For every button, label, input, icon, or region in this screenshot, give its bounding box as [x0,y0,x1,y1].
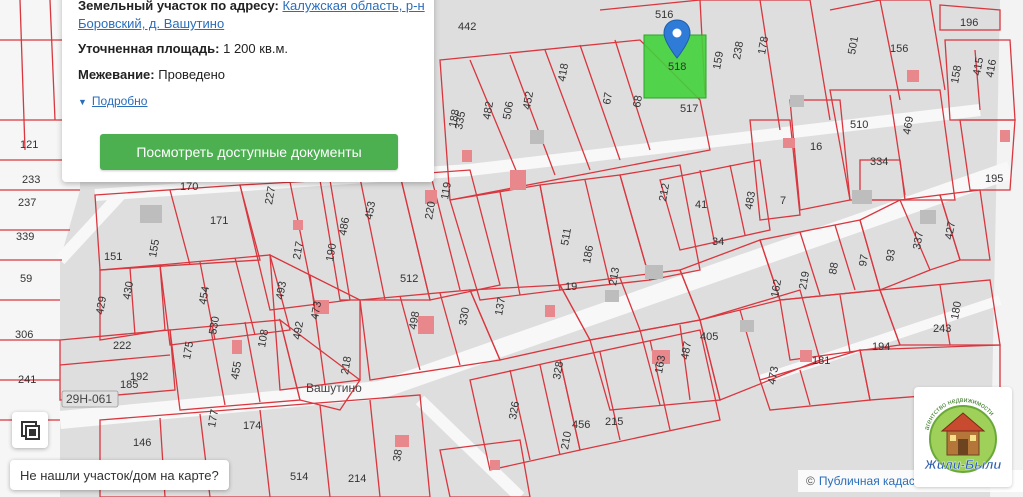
address-link-line2[interactable]: Боровский, д. Вашутино [78,16,224,31]
details-link[interactable]: Подробно [92,94,148,108]
address-label: Земельный участок по адресу: [78,0,279,13]
plot-number-label: 93 [884,248,898,262]
plot-number-label: 41 [695,199,707,211]
plot-number-label: 97 [857,253,871,267]
plot-info-panel: Земельный участок по адресу: Калужская о… [62,0,434,182]
plot-number-label: 517 [680,103,698,115]
not-found-button[interactable]: Не нашли участок/дом на карте? [10,460,229,490]
triangle-down-icon: ▼ [78,97,87,107]
map-legend-button[interactable] [12,412,48,448]
plot-number-label: 174 [243,420,261,432]
plot-number-label: 514 [290,471,308,483]
plot-number-label: 405 [700,331,718,343]
plot-number-label: 181 [812,355,830,367]
plot-number-label: 38 [391,448,405,462]
plot-number-label: 243 [933,323,951,335]
survey-label: Межевание: [78,67,155,82]
survey-row: Межевание: Проведено [78,67,225,82]
plot-number-label: 16 [810,141,822,153]
plot-number-label: 339 [16,231,34,243]
plot-number-label: 334 [870,156,888,168]
plot-number-label: 67 [601,91,615,105]
plot-number-label: 196 [960,17,978,29]
details-toggle[interactable]: ▼ Подробно [78,94,147,108]
plot-number-label: 237 [18,197,36,209]
plot-number-label: 88 [827,261,841,275]
address-row-2: Боровский, д. Вашутино [78,16,224,31]
selected-plot-number: 518 [668,61,686,73]
agency-logo: агентство недвижимости Жили-Были [914,387,1012,487]
plot-number-label: 156 [890,43,908,55]
plot-number-label: 146 [133,437,151,449]
plot-number-label: 215 [605,416,623,428]
plot-number-label: 19 [565,281,577,293]
plot-number-label: 241 [18,374,36,386]
plot-number-label: 171 [210,215,228,227]
survey-value: Проведено [158,67,225,82]
address-row: Земельный участок по адресу: Калужская о… [78,0,425,13]
plot-number-label: 233 [22,174,40,186]
plot-number-label: 121 [20,139,38,151]
area-value: 1 200 кв.м. [223,41,289,56]
road-code-label: 29Н-061 [66,392,112,406]
area-label: Уточненная площадь: [78,41,220,56]
area-row: Уточненная площадь: 1 200 кв.м. [78,41,288,56]
village-label: Вашутино [306,381,362,395]
plot-number-label: 306 [15,329,33,341]
plot-number-label: 516 [655,9,673,21]
house-logo-icon: агентство недвижимости Жили-Были [923,397,1002,473]
attribution-link[interactable]: Публичная кадас [819,474,915,488]
plot-number-label: 214 [348,473,366,485]
view-documents-button[interactable]: Посмотреть доступные документы [100,134,398,170]
copyright-symbol: © [806,474,815,488]
plot-number-label: 170 [180,181,198,193]
plot-number-label: 512 [400,273,418,285]
agency-name: Жили-Были [924,457,1002,472]
plot-number-label: 59 [20,273,32,285]
plot-number-label: 7 [780,195,786,207]
plot-number-label: 442 [458,21,476,33]
address-link-line1[interactable]: Калужская область, р-н [282,0,424,13]
plot-number-label: 68 [631,94,645,108]
plot-number-label: 151 [104,251,122,263]
plot-number-label: 194 [872,341,890,353]
plot-number-label: 34 [712,236,724,248]
plot-number-label: 510 [850,119,868,131]
plot-number-label: 195 [985,173,1003,185]
plot-number-label: 185 [120,379,138,391]
map-legend-icon [21,421,40,440]
plot-number-label: 456 [572,419,590,431]
plot-number-label: 222 [113,340,131,352]
